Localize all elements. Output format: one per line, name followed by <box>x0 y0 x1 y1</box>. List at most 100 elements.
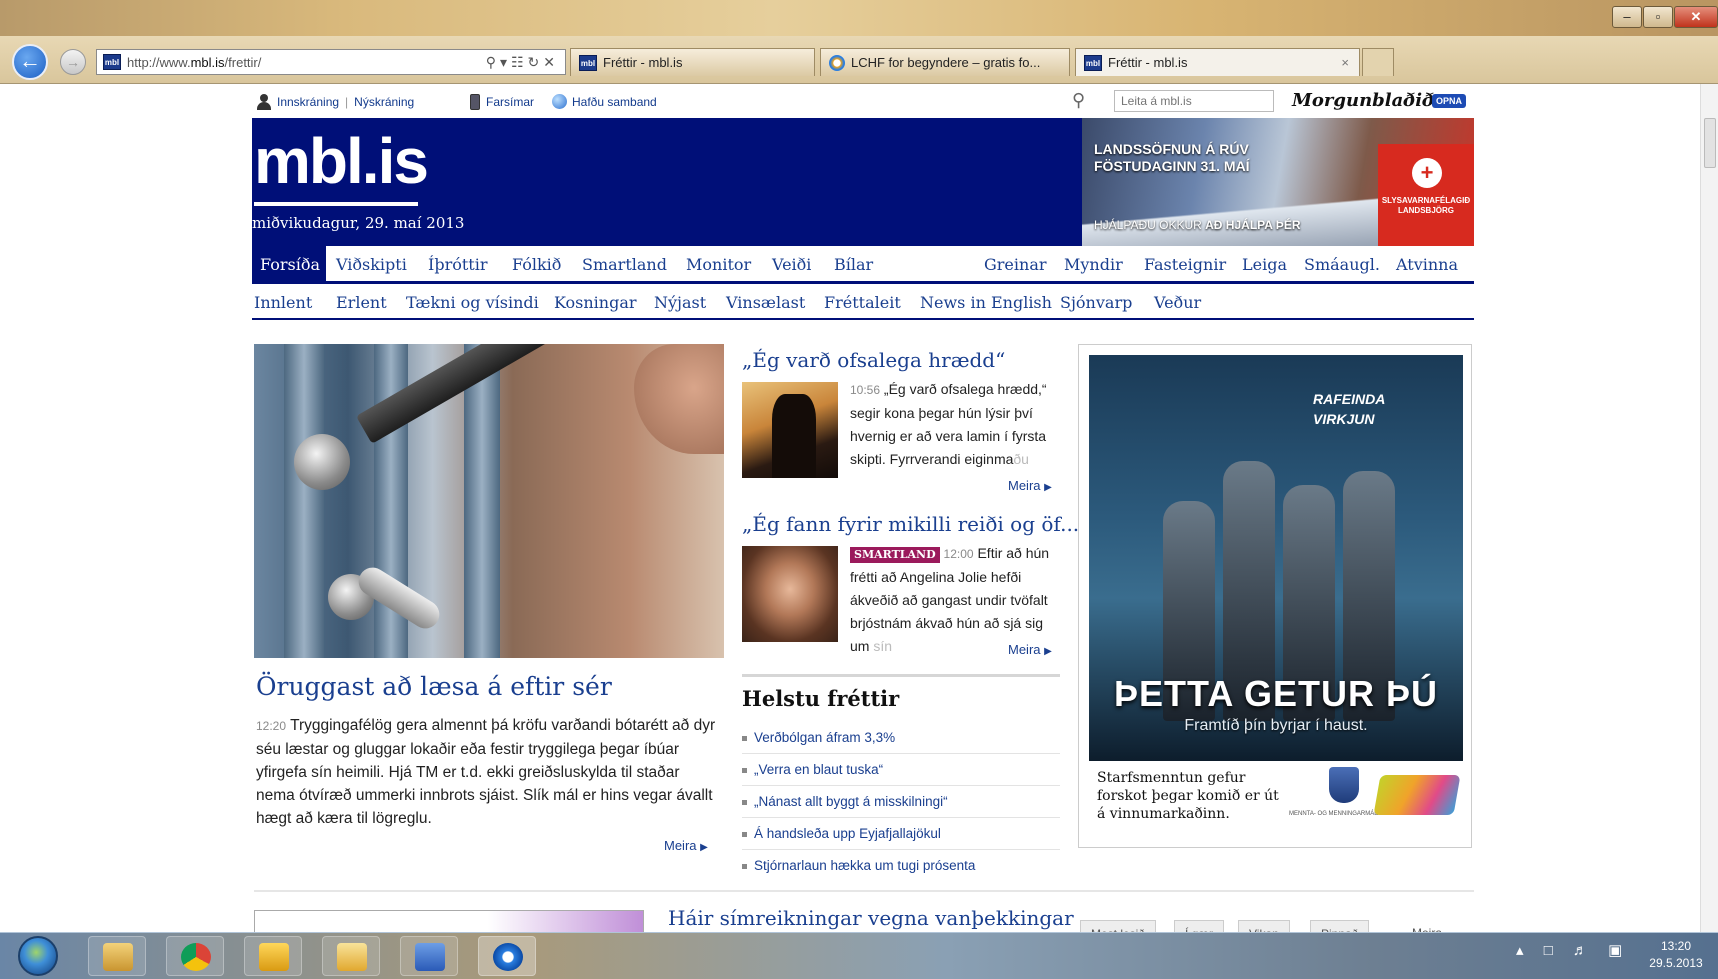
nav-vidskipti[interactable]: Viðskipti <box>336 255 407 274</box>
headline-item[interactable]: „Nánast allt byggt á misskilningi“ <box>742 786 1060 818</box>
subnav-sjonvarp[interactable]: Sjónvarp <box>1060 293 1132 312</box>
address-tools-icons[interactable]: ⚲▾☷↻✕ <box>486 54 559 71</box>
mbl-favicon: mbl <box>103 54 121 70</box>
scroll-thumb[interactable] <box>1704 118 1716 168</box>
subnav-nyjast[interactable]: Nýjast <box>654 293 706 312</box>
login-link[interactable]: Innskráning <box>277 95 339 109</box>
subnav-vedur[interactable]: Veður <box>1154 293 1201 312</box>
taskbar-explorer[interactable] <box>88 936 146 976</box>
tab-i-gaer[interactable]: Í gær <box>1174 920 1225 932</box>
word-icon <box>415 943 445 971</box>
tab-pinnad[interactable]: Pinnað <box>1310 920 1370 932</box>
ad-subline: Framtíð þín byrjar í haust. <box>1184 717 1368 734</box>
search-icon[interactable]: ⚲ <box>1072 90 1085 111</box>
lower-story-title[interactable]: Háir símreikningar vegna vanþekkingar <box>668 906 1074 930</box>
opna-badge[interactable]: OPNA <box>1432 94 1467 108</box>
lower-ad[interactable] <box>254 910 644 932</box>
phones-link[interactable]: Farsímar <box>486 95 534 109</box>
lead-title[interactable]: Öruggast að læsa á eftir sér <box>256 672 612 701</box>
globe-icon <box>552 94 567 109</box>
tab-mest-lesid[interactable]: Mest lesið <box>1080 920 1157 932</box>
close-window-button[interactable]: ✕ <box>1674 6 1718 28</box>
forward-button[interactable]: → <box>60 49 86 75</box>
banner-ad[interactable]: LANDSSÖFNUN Á RÚV FÖSTUDAGINN 31. MAÍ HJ… <box>1082 118 1474 246</box>
sub-nav: Innlent Erlent Tækni og vísindi Kosninga… <box>252 284 1474 320</box>
tab-meira[interactable]: Meira <box>1402 920 1452 932</box>
subnav-innlent[interactable]: Innlent <box>254 293 312 312</box>
tab-lchf[interactable]: LCHF for begyndere – gratis fo... <box>820 48 1070 76</box>
person-icon <box>256 94 272 110</box>
lead-photo[interactable] <box>254 344 724 658</box>
nav-smaaugl[interactable]: Smáaugl. <box>1304 255 1380 274</box>
nav-smartland[interactable]: Smartland <box>582 255 667 274</box>
story1-more-link[interactable]: Meira ▶ <box>1008 478 1052 493</box>
nav-bilar[interactable]: Bílar <box>834 255 873 274</box>
contact-link-wrap[interactable]: Hafðu samband <box>552 94 657 109</box>
phones-link-wrap[interactable]: Farsímar <box>470 94 534 110</box>
contact-link[interactable]: Hafðu samband <box>572 95 657 109</box>
vertical-scrollbar[interactable] <box>1700 84 1718 932</box>
subnav-vinsaelast[interactable]: Vinsælast <box>726 293 805 312</box>
subnav-taekni[interactable]: Tækni og vísindi <box>406 293 539 312</box>
story1-thumb[interactable] <box>742 382 838 478</box>
nav-greinar[interactable]: Greinar <box>984 255 1047 274</box>
ad-bottom-text: Starfsmenntun gefur forskot þegar komið e… <box>1097 770 1279 822</box>
headline-item[interactable]: Stjórnarlaun hækka um tugi prósenta <box>742 850 1060 882</box>
tab-vikan[interactable]: Vikan <box>1238 920 1290 932</box>
page-viewport: Innskráning | Nýskráning Farsímar Hafðu … <box>0 84 1718 932</box>
nav-ithrottir[interactable]: Íþróttir <box>428 255 487 274</box>
taskbar-keys[interactable] <box>244 936 302 976</box>
headline-item[interactable]: „Verra en blaut tuska“ <box>742 754 1060 786</box>
subnav-erlent[interactable]: Erlent <box>336 293 387 312</box>
system-tray-icons[interactable]: ▴ □ ♬ ▣ <box>1516 941 1630 959</box>
nav-atvinna[interactable]: Atvinna <box>1396 255 1458 274</box>
story2-thumb[interactable] <box>742 546 838 642</box>
headline-item[interactable]: Verðbólgan áfram 3,3% <box>742 722 1060 754</box>
new-tab-button[interactable] <box>1362 48 1394 76</box>
back-button[interactable]: ← <box>12 44 48 80</box>
nav-folkid[interactable]: Fólkið <box>512 255 561 274</box>
site-logo[interactable]: mbl.is <box>254 124 429 198</box>
utility-row: Innskráning | Nýskráning Farsímar Hafðu … <box>252 84 1474 118</box>
taskbar-chrome[interactable] <box>166 936 224 976</box>
nav-myndir[interactable]: Myndir <box>1064 255 1123 274</box>
nav-veidi[interactable]: Veiði <box>772 255 811 274</box>
silhouette <box>772 394 816 478</box>
subnav-kosningar[interactable]: Kosningar <box>554 293 637 312</box>
tab-close-icon[interactable]: × <box>1341 55 1349 70</box>
nav-leiga[interactable]: Leiga <box>1242 255 1287 274</box>
minimize-button[interactable]: – <box>1612 6 1642 28</box>
mail-icon <box>337 943 367 971</box>
subnav-news-english[interactable]: News in English <box>920 293 1052 312</box>
headline-item[interactable]: Á handsleða upp Eyjafjallajökul <box>742 818 1060 850</box>
tab-mbl-1[interactable]: mbl Fréttir - mbl.is <box>570 48 815 76</box>
nav-fasteignir[interactable]: Fasteignir <box>1144 255 1226 274</box>
search-input[interactable] <box>1114 90 1274 112</box>
start-button[interactable] <box>18 936 58 976</box>
lead-more-link[interactable]: Meira ▶ <box>664 838 708 853</box>
clock[interactable]: 13:20 29.5.2013 <box>1640 938 1712 972</box>
taskbar-outlook[interactable] <box>322 936 380 976</box>
story2-more-link[interactable]: Meira ▶ <box>1008 642 1052 657</box>
subnav-frettaleit[interactable]: Fréttaleit <box>824 293 901 312</box>
story1-title[interactable]: „Ég varð ofsalega hrædd“ <box>742 348 1005 372</box>
maximize-button[interactable]: ▫ <box>1643 6 1673 28</box>
nav-forsida[interactable]: Forsíða <box>252 246 326 284</box>
tab-label: Fréttir - mbl.is <box>1108 55 1188 70</box>
address-url[interactable]: http://www.mbl.is/frettir/ <box>127 55 486 70</box>
taskbar-ie[interactable] <box>478 936 536 976</box>
address-bar[interactable]: mbl http://www.mbl.is/frettir/ ⚲▾☷↻✕ <box>96 49 566 75</box>
browser-toolbar: ← → mbl http://www.mbl.is/frettir/ ⚲▾☷↻✕… <box>0 36 1718 106</box>
bullet-icon <box>742 863 747 869</box>
morgunbladid-logo[interactable]: Morgunblaðið <box>1292 90 1434 111</box>
taskbar: ▴ □ ♬ ▣ 13:20 29.5.2013 <box>0 932 1718 979</box>
nav-monitor[interactable]: Monitor <box>686 255 751 274</box>
register-link[interactable]: Nýskráning <box>354 95 414 109</box>
lead-text: 12:20 Tryggingafélög gera almennt þá krö… <box>256 717 716 827</box>
taskbar-word[interactable] <box>400 936 458 976</box>
header-date: miðvikudagur, 29. maí 2013 <box>252 214 465 232</box>
side-ad[interactable]: RAFEINDA VIRKJUN ÞETTA GETUR ÞÚ Framtíð þ… <box>1078 344 1472 848</box>
tab-mbl-active[interactable]: mbl Fréttir - mbl.is × <box>1075 48 1360 76</box>
tab-label: LCHF for begyndere – gratis fo... <box>851 55 1041 70</box>
story2-title[interactable]: „Ég fann fyrir mikilli reiði og öf... <box>742 512 1079 536</box>
